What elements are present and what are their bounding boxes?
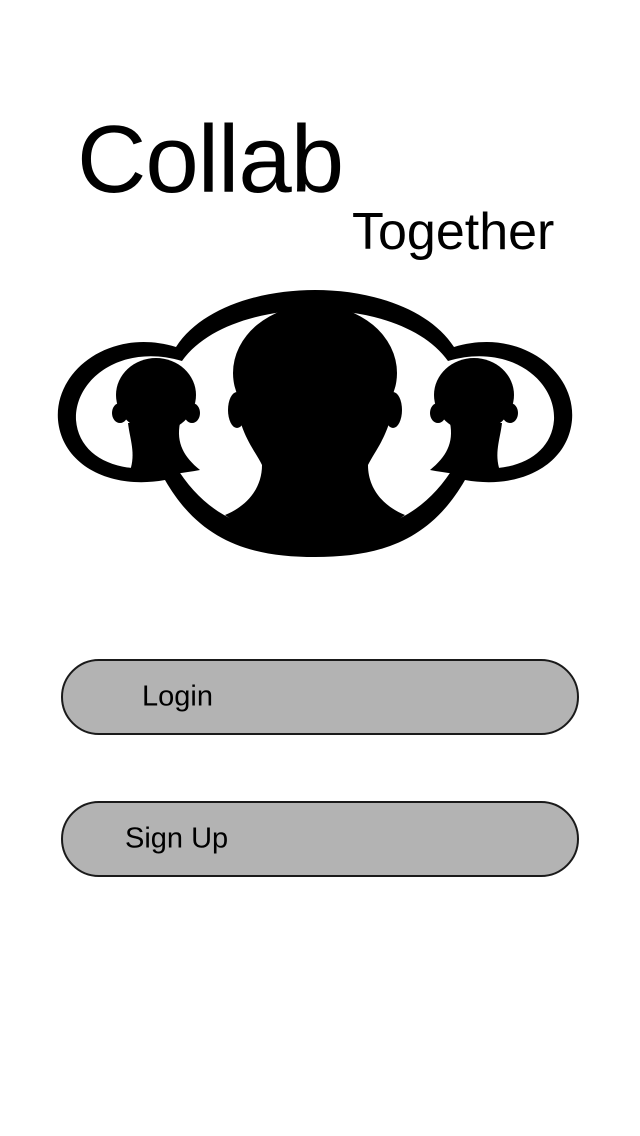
group-people-icon bbox=[57, 290, 573, 557]
login-button-label: Login bbox=[142, 680, 213, 713]
app-title: Collab bbox=[77, 106, 344, 213]
signup-button-label: Sign Up bbox=[125, 822, 229, 855]
center-person-icon bbox=[225, 305, 405, 545]
app-subtitle: Together bbox=[352, 203, 555, 261]
login-button[interactable]: Login bbox=[61, 659, 579, 735]
signup-button[interactable]: Sign Up bbox=[61, 801, 579, 877]
